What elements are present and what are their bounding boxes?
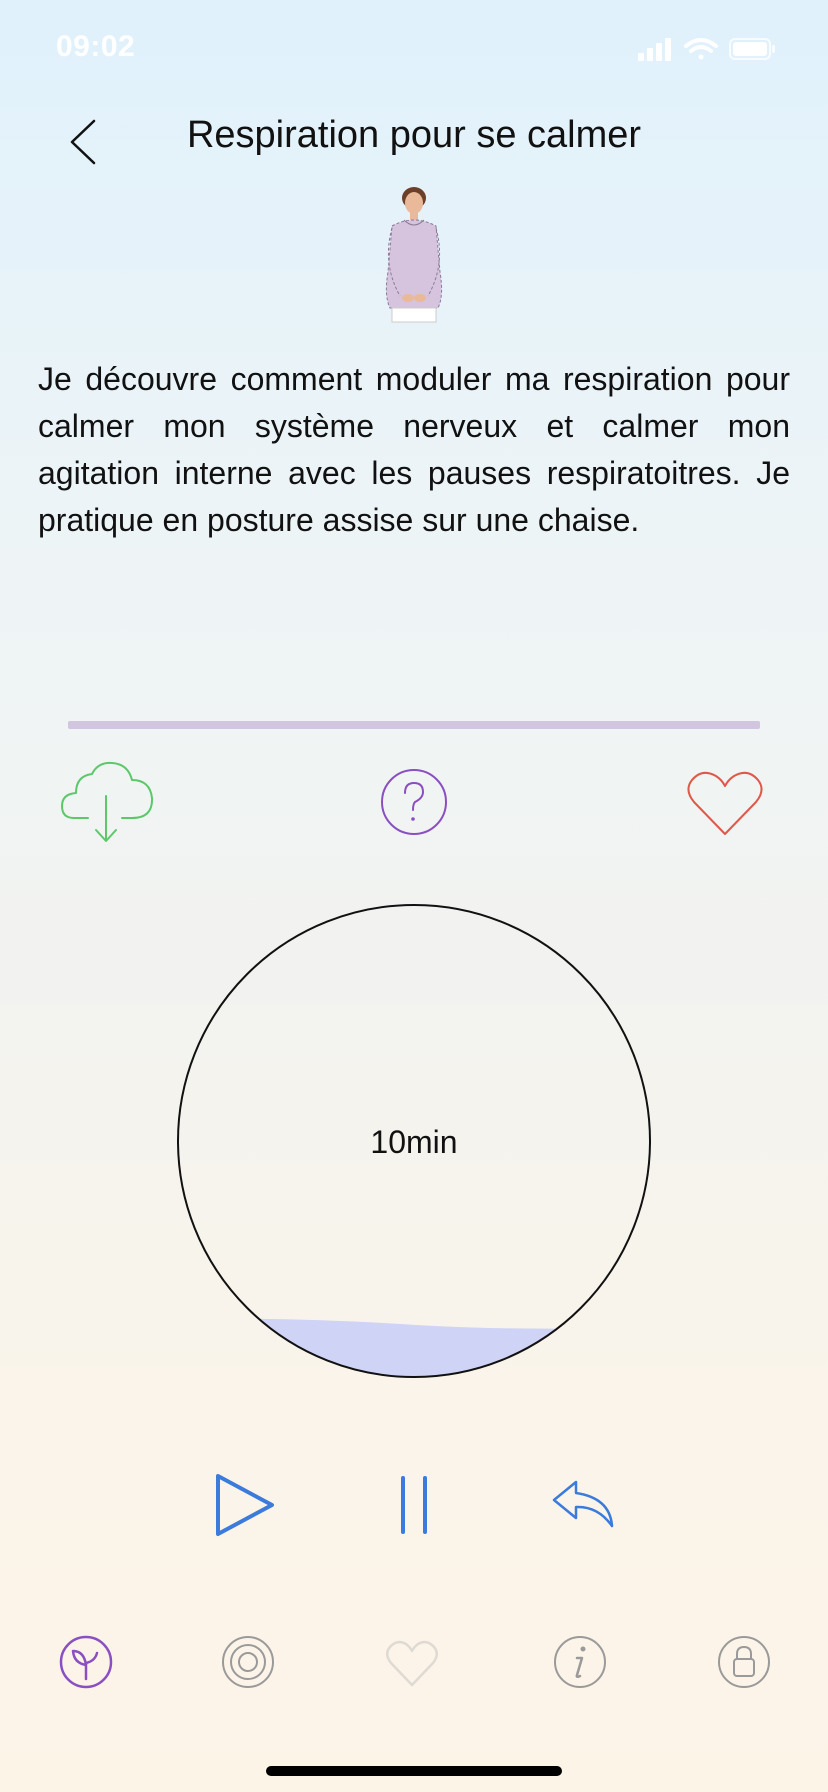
- signal-icon: [638, 38, 671, 61]
- target-icon: [222, 1636, 274, 1688]
- replay-button[interactable]: [552, 1478, 616, 1530]
- pause-icon: [401, 1476, 427, 1534]
- seated-person-illustration: [385, 187, 443, 323]
- timer-fill: [178, 1318, 650, 1377]
- pause-button[interactable]: [394, 1474, 434, 1536]
- favorite-button[interactable]: [686, 770, 764, 838]
- home-indicator: [266, 1766, 562, 1776]
- heart-icon: [687, 771, 763, 835]
- timer-label: 10min: [370, 1124, 458, 1160]
- play-icon: [216, 1474, 274, 1536]
- tab-practice[interactable]: [56, 1632, 116, 1692]
- page-title: Respiration pour se calmer: [186, 114, 642, 156]
- cloud-download-icon: [61, 761, 154, 842]
- replay-icon: [552, 1480, 614, 1528]
- download-button[interactable]: [58, 760, 158, 846]
- play-button[interactable]: [212, 1470, 278, 1540]
- tab-info[interactable]: [550, 1632, 610, 1692]
- tab-account[interactable]: [714, 1632, 774, 1692]
- info-icon: [554, 1636, 606, 1688]
- tab-favorites[interactable]: [382, 1634, 442, 1694]
- status-icons: [638, 38, 775, 61]
- status-time: 09:02: [56, 30, 136, 63]
- question-icon: [381, 769, 447, 835]
- tab-programs[interactable]: [218, 1632, 278, 1692]
- battery-icon: [729, 38, 775, 60]
- sprout-icon: [59, 1635, 113, 1689]
- session-description: Je découvre comment moduler ma respirati…: [38, 361, 790, 538]
- lock-icon: [718, 1636, 770, 1688]
- progress-bar[interactable]: [68, 721, 760, 729]
- heart-icon: [386, 1640, 438, 1687]
- wifi-icon: [684, 38, 718, 60]
- help-button[interactable]: [380, 768, 448, 836]
